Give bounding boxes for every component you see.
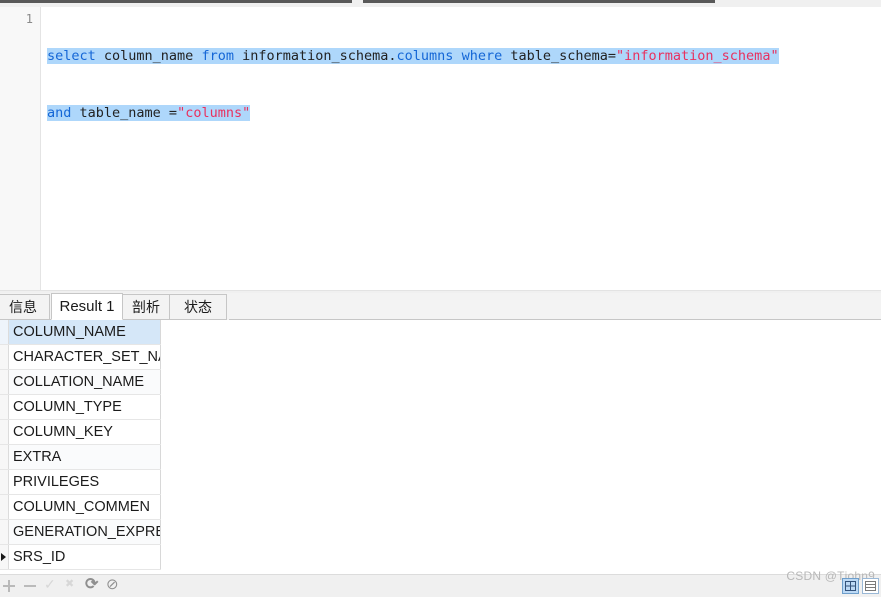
table-row[interactable]: COLLATION_NAME (0, 370, 161, 395)
cell-column-name[interactable]: COLUMN_KEY (9, 420, 161, 444)
sql-identifier-schema: information_schema. (233, 48, 397, 64)
tab-bar-tail (226, 294, 229, 320)
table-row[interactable]: COLUMN_NAME (0, 320, 161, 345)
tab-result-1-label: Result 1 (59, 298, 115, 315)
row-header[interactable] (0, 445, 9, 469)
tab-result-1[interactable]: Result 1 (51, 293, 123, 320)
row-header[interactable] (0, 520, 9, 544)
tab-info[interactable]: 信息 (0, 294, 50, 320)
form-view-icon[interactable] (862, 578, 879, 594)
tab-profile-label: 剖析 (132, 299, 160, 315)
cell-column-name[interactable]: COLLATION_NAME (9, 370, 161, 394)
cell-column-name[interactable]: PRIVILEGES (9, 470, 161, 494)
tab-status-label: 状态 (184, 299, 212, 315)
sql-identifier-column-name: column_name (95, 48, 202, 64)
row-header[interactable] (0, 470, 9, 494)
row-header[interactable] (0, 420, 9, 444)
cell-column-name[interactable]: SRS_ID (9, 545, 161, 569)
row-header[interactable] (0, 395, 9, 419)
view-mode-toggle (842, 578, 879, 594)
cell-column-name[interactable]: COLUMN_COMMEN (9, 495, 161, 519)
sql-editor-window: 1 select column_name from information_sc… (0, 0, 881, 597)
toolbar-segment-left[interactable] (0, 0, 352, 3)
tab-profile[interactable]: 剖析 (122, 294, 170, 320)
table-row[interactable]: CHARACTER_SET_NA (0, 345, 161, 370)
toolbar-strip (0, 0, 881, 7)
table-row[interactable]: COLUMN_KEY (0, 420, 161, 445)
tab-status[interactable]: 状态 (169, 294, 227, 320)
sql-editor-pane[interactable]: 1 select column_name from information_sc… (0, 7, 881, 290)
code-line-2: and table_name ="columns" (47, 104, 881, 123)
record-nav-toolbar (2, 574, 121, 594)
cell-column-name[interactable]: EXTRA (9, 445, 161, 469)
current-row-caret-icon (1, 553, 6, 561)
add-record-icon[interactable] (2, 579, 16, 593)
code-line-1: select column_name from information_sche… (47, 47, 881, 66)
table-row[interactable]: COLUMN_COMMEN (0, 495, 161, 520)
table-row[interactable]: EXTRA (0, 445, 161, 470)
editor-gutter: 1 (0, 7, 41, 290)
sql-keyword-and: and (47, 105, 72, 121)
table-row[interactable]: COLUMN_TYPE (0, 395, 161, 420)
status-bar: CSDN @Tjohn9 (0, 569, 881, 597)
sql-identifier-table-name: table_name = (71, 105, 178, 121)
line-number: 1 (25, 12, 33, 26)
sql-keyword-from: from (201, 48, 234, 64)
result-grid[interactable]: COLUMN_NAME CHARACTER_SET_NA COLLATION_N… (0, 320, 881, 574)
row-header[interactable] (0, 495, 9, 519)
stop-icon[interactable] (106, 575, 121, 593)
refresh-icon[interactable] (85, 574, 100, 594)
cancel-changes-icon[interactable] (65, 577, 79, 593)
sql-keyword-select: select (47, 48, 96, 64)
cell-column-name[interactable]: COLUMN_NAME (9, 320, 161, 344)
sql-identifier-columns: columns (396, 48, 454, 64)
result-tab-bar: 信息 Result 1 剖析 状态 (0, 293, 881, 320)
toolbar-segment-right[interactable] (363, 0, 715, 3)
row-header[interactable] (0, 345, 9, 369)
row-header-current[interactable] (0, 545, 9, 569)
cell-column-name[interactable]: GENERATION_EXPRE (9, 520, 161, 544)
sql-keyword-where: where (453, 48, 503, 64)
sql-string-information-schema: "information_schema" (616, 48, 779, 64)
sql-string-columns: "columns" (177, 105, 251, 121)
cell-column-name[interactable]: CHARACTER_SET_NA (9, 345, 161, 369)
sql-identifier-table-schema: table_schema= (502, 48, 617, 64)
cell-column-name[interactable]: COLUMN_TYPE (9, 395, 161, 419)
table-row-current[interactable]: SRS_ID (0, 545, 161, 570)
row-header[interactable] (0, 320, 9, 344)
sql-code[interactable]: select column_name from information_sche… (47, 9, 881, 161)
row-header[interactable] (0, 370, 9, 394)
delete-record-icon[interactable] (23, 579, 37, 593)
grid-view-icon[interactable] (842, 578, 859, 594)
table-row[interactable]: GENERATION_EXPRE (0, 520, 161, 545)
tab-info-label: 信息 (9, 299, 37, 315)
table-row[interactable]: PRIVILEGES (0, 470, 161, 495)
apply-changes-icon[interactable] (44, 576, 58, 593)
